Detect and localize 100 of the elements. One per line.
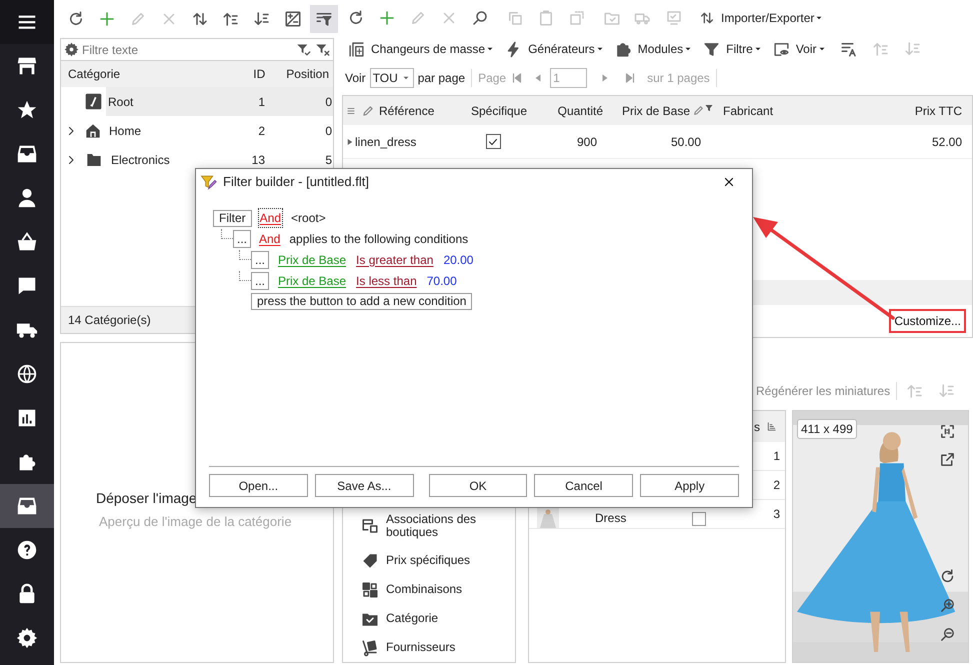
drop-text: Déposer l'image bbox=[96, 489, 198, 508]
operator-link[interactable]: And bbox=[258, 209, 282, 227]
move-up-icon bbox=[906, 382, 924, 400]
move-up-icon bbox=[872, 40, 890, 58]
funnel-icon bbox=[705, 104, 713, 112]
customize-button[interactable]: Customize... bbox=[889, 308, 966, 333]
inbox-icon bbox=[16, 495, 38, 517]
gear-icon bbox=[64, 42, 79, 57]
check-square-icon bbox=[85, 93, 102, 110]
table-cell-text: 900 bbox=[576, 134, 597, 151]
filter-check-icon bbox=[296, 42, 311, 57]
star-icon bbox=[16, 99, 38, 121]
group-label: applies to the following conditions bbox=[289, 230, 468, 248]
filter-button[interactable]: Filter bbox=[213, 210, 252, 226]
dialog-title: Filter builder - [untitled.flt] bbox=[223, 173, 369, 192]
funnel-pencil-icon bbox=[200, 174, 217, 190]
grid-icon bbox=[361, 580, 379, 598]
clipboard-icon bbox=[537, 8, 555, 27]
open-external-button[interactable] bbox=[939, 451, 956, 468]
root-label: <root> bbox=[291, 210, 326, 227]
operator-link[interactable]: Is greater than bbox=[356, 250, 434, 268]
details-tab[interactable]: Combinaisons bbox=[386, 583, 496, 596]
zoom-out-button[interactable] bbox=[939, 626, 956, 643]
details-tab[interactable]: Prix spécifiques bbox=[386, 554, 496, 567]
inbox-icon bbox=[16, 143, 38, 165]
column-header: ID bbox=[252, 66, 266, 83]
menu-button[interactable]: Voir bbox=[770, 37, 828, 62]
filter-builder-button[interactable] bbox=[310, 5, 338, 33]
field-link[interactable]: Prix de Base bbox=[278, 250, 346, 268]
sidebar-item[interactable] bbox=[0, 484, 54, 528]
value-link[interactable]: 70.00 bbox=[426, 272, 457, 290]
column-header: Quantité bbox=[556, 102, 603, 120]
menu-button[interactable]: Changeurs de masse bbox=[346, 37, 498, 62]
filter-field[interactable]: Filtre texte bbox=[82, 40, 296, 58]
operator-link[interactable]: Is less than bbox=[356, 272, 417, 290]
details-tab[interactable]: Fournisseurs bbox=[386, 641, 496, 654]
column-header: Catégorie bbox=[68, 66, 120, 83]
column-header: Référence bbox=[379, 102, 436, 120]
tree-row[interactable]: Home 2 0 bbox=[105, 116, 333, 145]
actual-size-button[interactable] bbox=[939, 423, 956, 440]
details-tab[interactable]: Catégorie bbox=[386, 612, 496, 625]
column-header: Prix de Base bbox=[622, 102, 690, 120]
store-icon bbox=[16, 55, 38, 77]
menu-button[interactable]: Générateurs bbox=[503, 37, 607, 62]
page-label: Page bbox=[478, 70, 506, 88]
table-cell-text: 5 bbox=[324, 152, 333, 168]
mass-edit-icon bbox=[348, 40, 365, 58]
dialog-button[interactable]: Save As... bbox=[314, 474, 414, 497]
zoom-in-button[interactable] bbox=[939, 597, 956, 614]
duplicate-icon bbox=[568, 8, 586, 27]
pencil-icon bbox=[692, 104, 705, 118]
dialog-button[interactable]: Apply bbox=[640, 474, 739, 497]
table-cell-text: 50.00 bbox=[670, 134, 702, 151]
add-condition-button[interactable]: press the button to add a new condition bbox=[251, 292, 472, 310]
image-legend: Dress bbox=[595, 509, 626, 527]
group-menu-button[interactable]: ... bbox=[233, 230, 251, 248]
plus-icon bbox=[378, 8, 396, 27]
condition-menu-button[interactable]: ... bbox=[251, 250, 269, 268]
menu-button[interactable] bbox=[0, 0, 54, 44]
up-down-arrows-icon bbox=[699, 10, 715, 26]
category-count: 14 Catégorie(s) bbox=[68, 312, 151, 329]
import-export-menu[interactable]: Importer/Exporter bbox=[695, 4, 828, 32]
folder-icon bbox=[85, 152, 103, 168]
dialog-button[interactable]: Open... bbox=[209, 474, 308, 497]
eye-window-icon bbox=[772, 40, 790, 58]
document-check-icon bbox=[665, 8, 683, 27]
bar-chart-icon bbox=[16, 407, 38, 429]
dialog-button[interactable]: OK bbox=[428, 474, 528, 497]
table-cell-text: 1 bbox=[257, 94, 265, 110]
details-tab[interactable]: Associations des boutiques bbox=[386, 513, 496, 539]
menu-button[interactable]: Modules bbox=[612, 37, 696, 62]
rotate-button[interactable] bbox=[939, 568, 956, 585]
table-cell-text: 0 bbox=[324, 122, 333, 140]
checkbox[interactable] bbox=[486, 134, 500, 150]
basket-icon bbox=[16, 231, 38, 253]
help-icon bbox=[16, 539, 38, 561]
dialog-button[interactable]: Cancel bbox=[534, 474, 634, 497]
column-header: s bbox=[754, 418, 760, 436]
table-cell-text: 2 bbox=[773, 477, 781, 494]
chat-icon bbox=[16, 275, 38, 297]
settings-icon bbox=[16, 627, 38, 649]
move-down-icon bbox=[938, 382, 956, 400]
zoom-in-icon bbox=[939, 597, 956, 614]
move-down-icon bbox=[253, 10, 271, 28]
close-button[interactable] bbox=[722, 175, 736, 189]
category-name: Home bbox=[109, 122, 142, 140]
table-cell-text: 3 bbox=[773, 506, 781, 523]
condition-menu-button[interactable]: ... bbox=[251, 272, 269, 290]
field-link[interactable]: Prix de Base bbox=[278, 272, 346, 290]
table-cell-text: 1 bbox=[773, 448, 781, 465]
table-cell-text: 2 bbox=[257, 122, 265, 140]
table-cell-text: linen_dress bbox=[355, 134, 418, 151]
value-link[interactable]: 20.00 bbox=[443, 250, 474, 268]
filter-list-icon bbox=[315, 10, 333, 28]
menu-button[interactable]: Filtre bbox=[701, 37, 765, 62]
refresh-icon bbox=[67, 10, 85, 28]
cover-checkbox[interactable] bbox=[692, 512, 706, 526]
tree-row[interactable]: Root 1 0 bbox=[106, 87, 333, 116]
tag-icon bbox=[361, 552, 379, 570]
operator-link[interactable]: And bbox=[259, 230, 280, 248]
